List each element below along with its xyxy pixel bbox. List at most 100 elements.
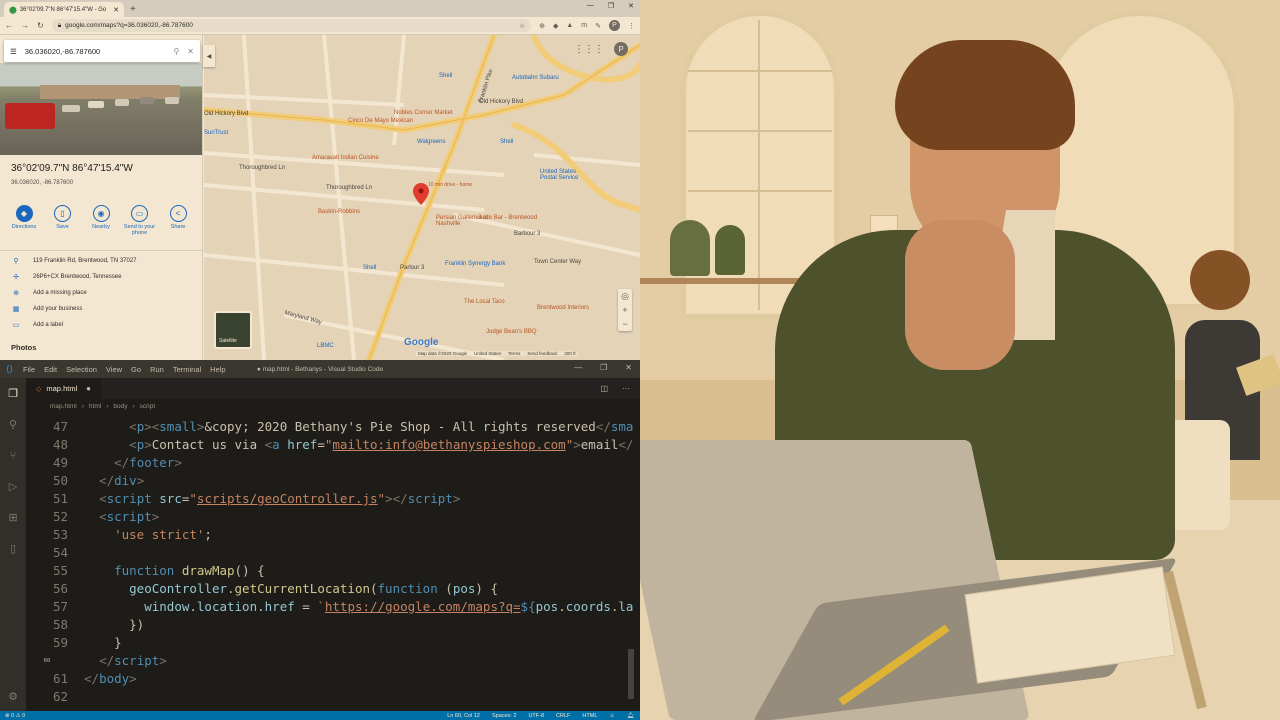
minimize-icon[interactable]: — [587, 2, 594, 10]
poi-label[interactable]: Parlour 3 [400, 265, 424, 271]
poi-label[interactable]: Walgreens [417, 139, 445, 145]
search-input[interactable]: 36.036020,-86.787600 [25, 47, 101, 56]
menu-edit[interactable]: Edit [44, 365, 57, 374]
extension-icon[interactable]: ▲ [566, 22, 573, 29]
indentation[interactable]: Spaces: 2 [492, 713, 516, 719]
map-canvas[interactable]: Old Hickory Blvd Old Hickory Blvd Frankl… [204, 35, 640, 360]
back-icon[interactable]: ← [5, 21, 13, 30]
add-business-row[interactable]: ▦ Add your business [0, 305, 202, 313]
extension-icon[interactable]: m [581, 22, 587, 29]
poi-label[interactable]: Shell [500, 139, 513, 145]
menu-selection[interactable]: Selection [66, 365, 97, 374]
maximize-icon[interactable]: ❐ [608, 2, 614, 10]
line-ending[interactable]: CRLF [556, 713, 570, 719]
poi-label[interactable]: Cinco De Mayo Mexican [348, 118, 413, 124]
menu-icon[interactable]: ⋮ [628, 22, 635, 30]
close-window-icon[interactable]: ✕ [625, 363, 632, 372]
poi-label[interactable]: LBMC [317, 343, 334, 349]
zoom-in-button[interactable]: + [622, 303, 627, 317]
split-editor-icon[interactable]: ◫ [600, 384, 608, 393]
poi-label[interactable]: Barbour 3 [514, 231, 540, 237]
nearby-button[interactable]: ◉ Nearby [83, 205, 119, 236]
breadcrumb-item[interactable]: html [89, 403, 101, 410]
poi-label[interactable]: SunTrust [204, 130, 228, 136]
explorer-icon[interactable]: ❐ [0, 378, 26, 409]
address-row[interactable]: ⚲ 119 Franklin Rd, Brentwood, TN 37027 [0, 257, 202, 265]
reload-icon[interactable]: ↻ [37, 21, 44, 30]
terms-link[interactable]: Terms [508, 351, 520, 356]
encoding[interactable]: UTF-8 [528, 713, 544, 719]
menu-help[interactable]: Help [210, 365, 225, 374]
remote-explorer-icon[interactable]: ▯ [0, 533, 26, 564]
poi-label[interactable]: Franklin Synergy Bank [445, 261, 505, 267]
poi-label[interactable]: Baskin-Robbins [318, 209, 360, 215]
problems-indicator[interactable]: ⊗ 0 ⚠ 0 [5, 713, 25, 719]
extensions-icon[interactable]: ⊞ [0, 502, 26, 533]
my-location-icon[interactable]: ◎ [621, 289, 629, 303]
breadcrumb-item[interactable]: body [113, 403, 127, 410]
poi-label[interactable]: Judge Bean's BBQ [486, 329, 537, 335]
browser-tab[interactable]: ⬤ 36°02'09.7"N 86°47'15.4"W - Go ✕ [4, 2, 124, 17]
cursor-position[interactable]: Ln 60, Col 12 [447, 713, 480, 719]
extension-icon[interactable]: ⊕ [539, 22, 545, 30]
share-button[interactable]: < Share [160, 205, 196, 236]
source-control-icon[interactable]: ⑂ [0, 440, 26, 471]
poi-label[interactable]: Shell [363, 265, 376, 271]
close-tab-icon[interactable]: ✕ [113, 6, 119, 14]
poi-label[interactable]: United States Postal Service [540, 169, 590, 181]
profile-avatar[interactable]: P [609, 20, 620, 31]
profile-avatar[interactable]: P [614, 42, 628, 56]
forward-icon[interactable]: → [21, 21, 29, 30]
menu-file[interactable]: File [23, 365, 35, 374]
feedback-link[interactable]: Send feedback [527, 351, 557, 356]
extension-icon[interactable]: ◆ [553, 22, 558, 30]
feedback-icon[interactable]: ☺ [609, 713, 615, 719]
extension-icon[interactable]: ✎ [595, 22, 601, 30]
poi-label[interactable]: The Local Taco [464, 299, 505, 305]
zoom-out-button[interactable]: − [622, 317, 627, 331]
menu-run[interactable]: Run [150, 365, 164, 374]
new-tab-icon[interactable]: + [130, 2, 136, 17]
notifications-icon[interactable]: 🔔︎ [627, 713, 634, 719]
poi-label[interactable]: Juice Bar - Brentwood [478, 215, 537, 221]
breadcrumb-item[interactable]: script [140, 403, 156, 410]
breadcrumb-item[interactable]: map.html [50, 403, 77, 410]
menu-view[interactable]: View [106, 365, 122, 374]
clear-search-icon[interactable]: ✕ [187, 47, 194, 56]
poi-label[interactable]: Nobles Corner Market [394, 110, 453, 116]
maps-search-box[interactable]: ☰ 36.036020,-86.787600 ⚲ ✕ [4, 40, 200, 62]
poi-label[interactable]: Shell [439, 73, 452, 79]
code-editor[interactable]: 47 48 49 50 51 52 53 54 55 56 57 58 59 6… [26, 418, 634, 708]
hamburger-menu-icon[interactable]: ☰ [10, 47, 17, 56]
unsaved-dot-icon[interactable]: ● [86, 384, 91, 393]
search-icon[interactable]: ⚲ [0, 409, 26, 440]
editor-tab[interactable]: ◇ map.html ● [26, 378, 101, 399]
directions-button[interactable]: ◆ Directions [6, 205, 42, 236]
restore-icon[interactable]: ❐ [600, 363, 607, 372]
plus-code-row[interactable]: ✢ 26P6+CX Brentwood, Tennessee [0, 273, 202, 281]
language-mode[interactable]: HTML [582, 713, 597, 719]
star-icon[interactable]: ☆ [519, 22, 525, 30]
add-label-row[interactable]: ▭ Add a label [0, 321, 202, 329]
menu-terminal[interactable]: Terminal [173, 365, 201, 374]
search-icon[interactable]: ⚲ [173, 47, 179, 56]
minimize-icon[interactable]: — [574, 363, 582, 372]
menu-go[interactable]: Go [131, 365, 141, 374]
more-actions-icon[interactable]: ··· [622, 384, 630, 393]
collapse-panel-button[interactable]: ◀ [203, 45, 215, 67]
poi-label[interactable]: Brentwood Interiors [537, 305, 589, 311]
send-to-phone-button[interactable]: ▭ Send to your phone [122, 205, 158, 236]
poi-label[interactable]: Autobahn Subaru [512, 75, 559, 81]
apps-grid-icon[interactable]: ⋮⋮⋮ [574, 44, 604, 55]
street-view-photo[interactable] [0, 63, 202, 155]
poi-label[interactable]: Amaravati Indian Cuisine [312, 155, 379, 161]
close-window-icon[interactable]: ✕ [628, 2, 634, 10]
gear-icon[interactable]: ⚙ [0, 690, 26, 703]
vertical-scrollbar[interactable] [628, 649, 634, 699]
add-missing-place-row[interactable]: ⊕ Add a missing place [0, 289, 202, 297]
satellite-toggle[interactable]: Satellite [214, 311, 252, 349]
address-bar[interactable]: 🔒︎ google.com/maps?q=36.036020,-86.78760… [51, 19, 532, 32]
save-button[interactable]: ▯ Save [45, 205, 81, 236]
action-label: Nearby [92, 224, 110, 230]
run-debug-icon[interactable]: ▷ [0, 471, 26, 502]
